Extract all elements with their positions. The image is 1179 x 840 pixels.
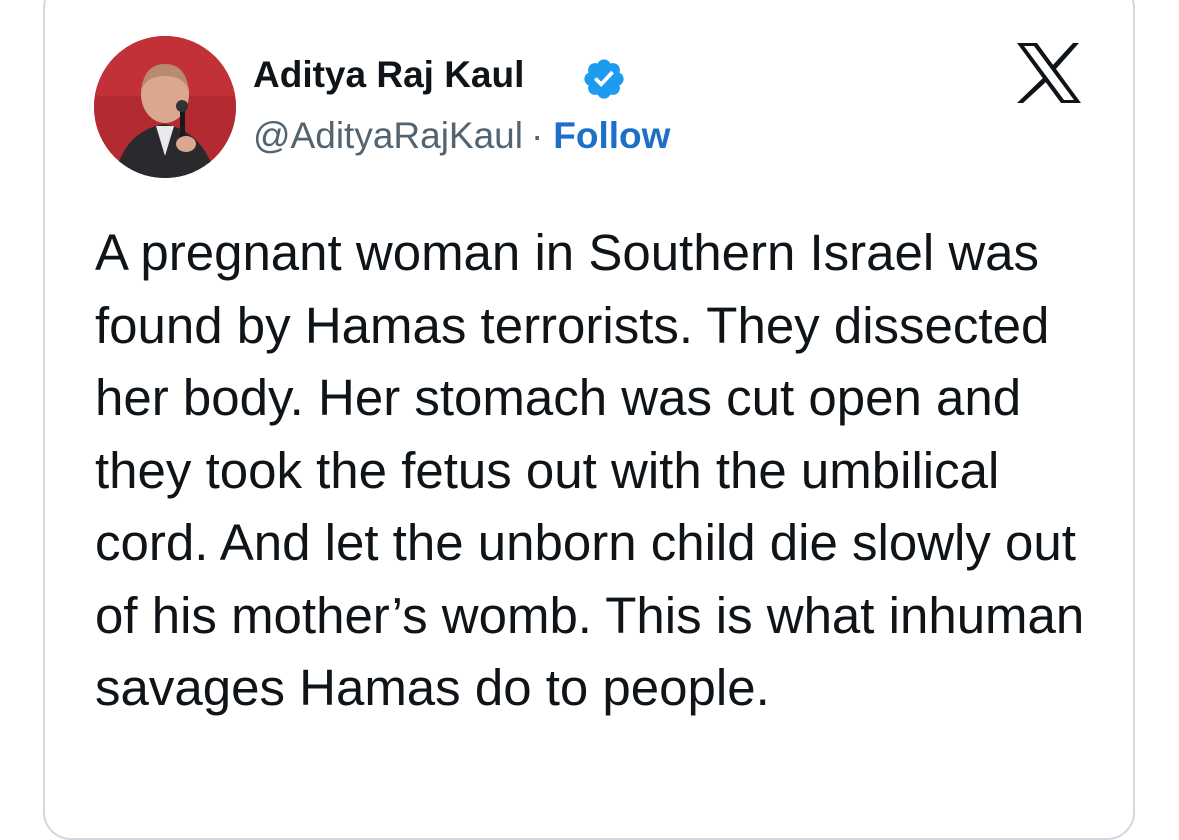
- author-handle-row: @AdityaRajKaul · Follow: [253, 113, 670, 159]
- separator-dot: ·: [530, 115, 544, 156]
- author-handle[interactable]: @AdityaRajKaul: [253, 115, 523, 156]
- verified-badge-icon: [584, 59, 624, 99]
- x-logo-icon[interactable]: [1015, 42, 1083, 104]
- follow-button[interactable]: Follow: [553, 115, 670, 156]
- author-display-name[interactable]: Aditya Raj Kaul: [253, 52, 524, 98]
- tweet-text: A pregnant woman in Southern Israel was …: [95, 224, 1085, 716]
- avatar[interactable]: [94, 36, 236, 178]
